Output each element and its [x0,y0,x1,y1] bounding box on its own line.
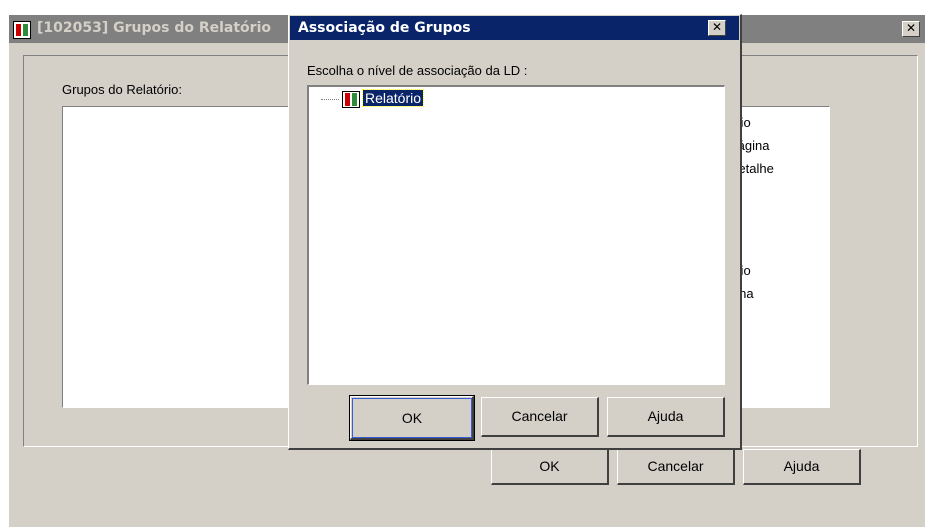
report-icon [342,91,360,108]
dialog-title: Associação de Grupos [298,20,471,36]
dialog-ok-button[interactable]: OK [349,395,475,441]
dialog-cancel-button[interactable]: Cancelar [481,397,599,437]
tree-connector [321,99,339,100]
groups-label: Grupos do Relatório: [62,82,182,97]
main-ok-button[interactable]: OK [491,449,609,485]
dialog-titlebar[interactable]: Associação de Grupos ✕ [290,16,739,40]
dialog-close-button[interactable]: ✕ [708,20,726,36]
report-groups-list[interactable] [62,106,292,408]
tree-node-relatorio[interactable]: Relatório [361,89,425,107]
main-help-button[interactable]: Ajuda [743,449,861,485]
group-association-dialog: Associação de Grupos ✕ Escolha o nível d… [288,14,742,450]
report-app-icon [13,21,31,39]
main-window-title: [102053] Grupos do Relatório [37,20,271,36]
main-cancel-button[interactable]: Cancelar [617,449,735,485]
association-tree[interactable]: Relatório [307,85,725,385]
dialog-prompt: Escolha o nível de associação da LD : [307,63,528,78]
main-close-button[interactable]: ✕ [902,21,920,37]
dialog-help-button[interactable]: Ajuda [607,397,725,437]
dialog-ok-label: OK [401,410,423,426]
